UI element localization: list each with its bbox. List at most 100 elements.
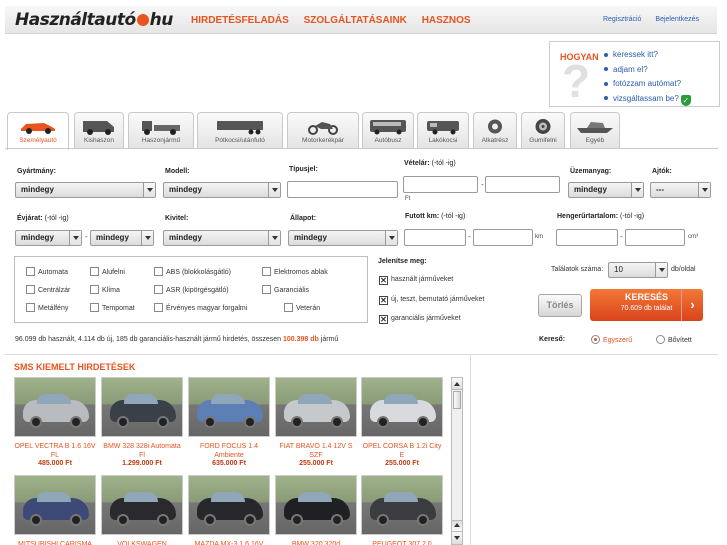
scroll-up-icon[interactable] [452,520,462,532]
listing-name[interactable]: OPEL VECTRA B 1.6 16V FL [14,442,96,460]
tipusjel-input[interactable] [287,181,398,198]
listing-name[interactable]: PEUGEOT 307 2.0 [361,540,443,545]
how-to-item[interactable]: fotózzam autómat? [604,77,691,92]
listing-card[interactable]: FIAT BRAVO 1.4 12V S SZF 255.000 Ft [275,377,357,467]
listing-name[interactable]: FORD FOCUS 1.4 Ambiente [188,442,270,460]
listing-photo[interactable] [361,377,443,437]
henger-to-input[interactable] [625,229,685,246]
listing-name[interactable]: VOLKSWAGEN [101,540,183,545]
listing-card[interactable]: PEUGEOT 307 2.0 [361,475,443,545]
scroll-down-icon[interactable] [452,532,462,544]
feature-checkbox[interactable]: Tempomat [90,303,135,312]
kereso-advanced-radio[interactable]: Bővített [656,335,692,344]
listing-photo[interactable] [275,475,357,535]
how-to-item[interactable]: vizsgáltassam be? ✓ [604,92,691,107]
uzemanyag-select[interactable]: mindegy [568,182,644,198]
tab-lakokocsi[interactable]: Lakókocsi [417,112,469,149]
feature-checkbox[interactable]: Metálfény [26,303,68,312]
km-to-input[interactable] [473,229,533,246]
tab-egyeb[interactable]: Egyéb [570,112,620,149]
listing-card[interactable]: FORD FOCUS 1.4 Ambiente 635.000 Ft [188,377,270,467]
site-logo[interactable]: Használtautó hu [15,10,173,30]
listing-name[interactable]: FIAT BRAVO 1.4 12V S SZF [275,442,357,460]
nav-hasznos[interactable]: HASZNOS [422,15,471,26]
feature-checkbox[interactable]: Klíma [90,285,120,294]
listing-photo[interactable] [14,377,96,437]
henger-from-input[interactable] [556,229,618,246]
listing-card[interactable]: MITSUBISHI CARISMA [14,475,96,545]
vetelar-from-input[interactable] [403,176,478,193]
logo-tail: hu [149,10,174,30]
listing-name[interactable]: MAZDA MX-3 1.6 16V [188,540,270,545]
feature-checkbox[interactable]: ASR (kipörgésgátló) [154,285,229,294]
listings-scrollbar[interactable] [451,377,463,545]
show-used-checkbox[interactable]: ✕ használt járműveket [379,276,453,285]
car-wheel [204,514,216,526]
listing-card[interactable]: VOLKSWAGEN [101,475,183,545]
feature-checkbox[interactable]: ABS (blokkolásgátló) [154,267,231,276]
feature-label: Klíma [102,287,120,294]
listing-photo[interactable] [361,475,443,535]
listing-photo[interactable] [188,377,270,437]
tab-autobusz[interactable]: Autóbusz [362,112,414,149]
tab-haszonjarmu[interactable]: Haszonjármű [128,112,194,149]
evjarat-note: (-tól -ig) [44,215,69,222]
tab-label: Motorkerékpár [302,137,344,144]
kivitel-select[interactable]: mindegy [163,230,281,246]
feature-checkbox[interactable]: Alufelni [90,267,125,276]
scroll-thumb[interactable] [453,391,461,409]
listing-name[interactable]: OPEL CORSA B 1.2i City E [361,442,443,460]
tab-kishaszon[interactable]: Kishaszon [74,112,124,149]
feature-checkbox[interactable]: Centrálzár [26,285,70,294]
tab-alkatresz[interactable]: Alkatrész [473,112,517,149]
show-new-checkbox[interactable]: ✕ új, teszt, bemutató járműveket [379,296,484,305]
tab-gumifelni[interactable]: Gumifelni [521,112,565,149]
tab-szemelyauto[interactable]: Személyautó [7,112,69,150]
feature-label: Metálfény [38,305,69,312]
gyarto-select[interactable]: mindegy [15,182,156,198]
kereso-simple-radio[interactable]: Egyszerű [591,335,632,344]
listing-name[interactable]: BMW 320 320d [275,540,357,545]
results-per-page-select[interactable]: 10 [608,262,668,278]
km-from-input[interactable] [404,229,466,246]
evjarat-from-select[interactable]: mindegy [15,230,82,246]
modell-select[interactable]: mindegy [163,182,281,198]
modell-label: Modell: [165,168,190,175]
allapot-select[interactable]: mindegy [288,230,398,246]
listing-name[interactable]: MITSUBISHI CARISMA [14,540,96,545]
listing-photo[interactable] [275,377,357,437]
vetelar-to-input[interactable] [485,176,560,193]
feature-checkbox[interactable]: Automata [26,267,68,276]
listing-card[interactable]: OPEL CORSA B 1.2i City E 255.000 Ft [361,377,443,467]
listing-card[interactable]: MAZDA MX-3 1.6 16V [188,475,270,545]
listing-name[interactable]: BMW 328 328i Automata Fl [101,442,183,460]
listing-photo[interactable] [188,475,270,535]
feature-checkbox[interactable]: Veterán [284,303,320,312]
listing-card[interactable]: BMW 320 320d [275,475,357,545]
feature-checkbox[interactable]: Elektromos ablak [262,267,328,276]
ajtok-select[interactable]: --- [650,182,711,198]
tab-potkocsi[interactable]: Pótkocsi/utánfutó [197,112,283,149]
listing-photo[interactable] [101,377,183,437]
chevron-down-icon [141,231,153,245]
nav-hirdetesfeladas[interactable]: HIRDETÉSFELADÁS [191,15,289,26]
checkbox-icon [262,285,271,294]
register-link[interactable]: Regisztráció [603,16,642,23]
evjarat-to-select[interactable]: mindegy [90,230,154,246]
how-to-item[interactable]: adjam el? [604,63,691,78]
listing-card[interactable]: BMW 328 328i Automata Fl 1.299.000 Ft [101,377,183,467]
scroll-up-icon[interactable] [452,378,462,390]
listing-photo[interactable] [14,475,96,535]
feature-checkbox[interactable]: Garanciális [262,285,309,294]
checkbox-checked-icon: ✕ [379,276,388,285]
listing-photo[interactable] [101,475,183,535]
search-button[interactable]: KERESÉS 70.609 db találat › [590,289,703,321]
listing-card[interactable]: OPEL VECTRA B 1.6 16V FL 485.000 Ft [14,377,96,467]
login-link[interactable]: Bejelentkezés [655,16,699,23]
tab-motorkerekpar[interactable]: Motorkerékpár [287,112,359,149]
feature-checkbox[interactable]: Érvényes magyar forgalmi [154,303,247,312]
nav-szolgaltatasaink[interactable]: SZOLGÁLTATÁSAINK [304,15,407,26]
how-to-item[interactable]: keressek itt? [604,48,691,63]
show-warranty-checkbox[interactable]: ✕ garanciális járműveket [379,315,461,324]
clear-button[interactable]: Törlés [538,294,582,317]
